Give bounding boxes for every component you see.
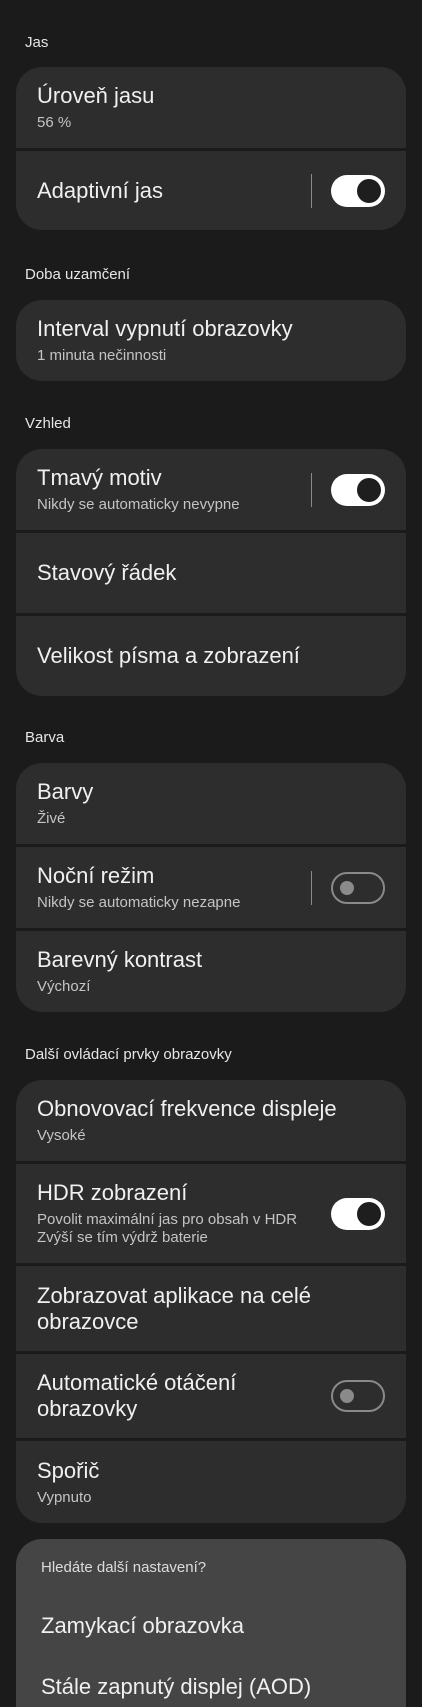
dark-theme-toggle[interactable] [331,473,385,506]
font-size-title: Velikost písma a zobrazení [37,643,300,668]
more-controls-group: Obnovovací frekvence displeje Vysoké HDR… [16,1080,406,1523]
color-contrast-title: Barevný kontrast [37,947,203,972]
refresh-rate-title: Obnovovací frekvence displeje [37,1096,337,1121]
brightness-level-title: Úroveň jasu [37,83,155,108]
hdr-subtitle-line2: Zvýší se tím výdrž baterie [37,1229,208,1246]
refresh-rate-value: Vysoké [37,1127,86,1144]
auto-rotate-toggle[interactable] [331,1380,385,1412]
screen-timeout-item[interactable]: Interval vypnutí obrazovky 1 minuta neči… [16,300,406,381]
screen-saver-item[interactable]: Spořič Vypnuto [16,1441,406,1523]
colors-title: Barvy [37,779,94,804]
auto-rotate-title-line2: obrazovky [37,1396,138,1421]
fullscreen-apps-title-line1: Zobrazovat aplikace na celé [37,1282,311,1308]
more-settings-header: Hledáte další nastavení? [41,1559,207,1576]
section-header-appearance: Vzhled [25,415,71,432]
dark-theme-item[interactable]: Tmavý motiv Nikdy se automaticky nevypne [16,449,406,530]
dark-theme-subtitle: Nikdy se automaticky nevypne [37,496,240,513]
adaptive-brightness-title: Adaptivní jas [37,177,163,203]
lock-screen-link[interactable]: Zamykací obrazovka [41,1613,244,1639]
color-group: Barvy Živé Noční režim Nikdy se automati… [16,763,406,1012]
adaptive-brightness-toggle[interactable] [331,174,385,207]
screen-timeout-title: Interval vypnutí obrazovky [37,316,293,341]
section-header-more-controls: Další ovládací prvky obrazovky [25,1046,232,1063]
appearance-group: Tmavý motiv Nikdy se automaticky nevypne… [16,449,406,696]
screen-saver-title: Spořič [37,1457,100,1483]
hdr-toggle[interactable] [331,1197,385,1230]
night-mode-subtitle: Nikdy se automaticky nezapne [37,894,241,911]
toggle-knob [357,178,381,203]
toggle-knob [357,1201,381,1226]
screen-saver-value: Vypnuto [37,1488,92,1506]
section-header-color: Barva [25,729,65,746]
toggle-knob [340,1389,354,1403]
night-mode-item[interactable]: Noční režim Nikdy se automaticky nezapne [16,847,406,928]
colors-item[interactable]: Barvy Živé [16,763,406,844]
brightness-group: Úroveň jasu 56 % Adaptivní jas [16,67,406,230]
colors-value: Živé [37,810,66,827]
divider [311,870,312,905]
divider [311,173,312,208]
toggle-knob [340,880,354,895]
divider [311,472,312,507]
status-bar-item[interactable]: Stavový řádek [16,533,406,613]
hdr-subtitle-line1: Povolit maximální jas pro obsah v HDR [37,1211,298,1228]
hdr-title: HDR zobrazení [37,1180,188,1205]
dark-theme-title: Tmavý motiv [37,465,162,490]
toggle-knob [357,477,381,502]
section-header-brightness: Jas [25,34,49,51]
fullscreen-apps-title-line2: obrazovce [37,1308,139,1334]
color-contrast-value: Výchozí [37,978,91,995]
night-mode-title: Noční režim [37,863,155,888]
aod-link[interactable]: Stále zapnutý displej (AOD) [41,1674,311,1700]
more-settings-panel: Hledáte další nastavení? Zamykací obrazo… [16,1539,406,1707]
brightness-level-value: 56 % [37,114,72,131]
section-header-lock: Doba uzamčení [25,266,131,283]
brightness-level-item[interactable]: Úroveň jasu 56 % [16,67,406,148]
fullscreen-apps-item[interactable]: Zobrazovat aplikace na celé obrazovce [16,1266,406,1351]
hdr-item[interactable]: HDR zobrazení Povolit maximální jas pro … [16,1164,406,1263]
status-bar-title: Stavový řádek [37,560,177,585]
refresh-rate-item[interactable]: Obnovovací frekvence displeje Vysoké [16,1080,406,1161]
auto-rotate-item[interactable]: Automatické otáčení obrazovky [16,1354,406,1438]
night-mode-toggle[interactable] [331,871,385,904]
screen-timeout-value: 1 minuta nečinnosti [37,347,167,364]
adaptive-brightness-item[interactable]: Adaptivní jas [16,151,406,230]
auto-rotate-title-line1: Automatické otáčení [37,1370,237,1395]
font-size-item[interactable]: Velikost písma a zobrazení [16,616,406,696]
color-contrast-item[interactable]: Barevný kontrast Výchozí [16,931,406,1012]
lock-group: Interval vypnutí obrazovky 1 minuta neči… [16,300,406,381]
